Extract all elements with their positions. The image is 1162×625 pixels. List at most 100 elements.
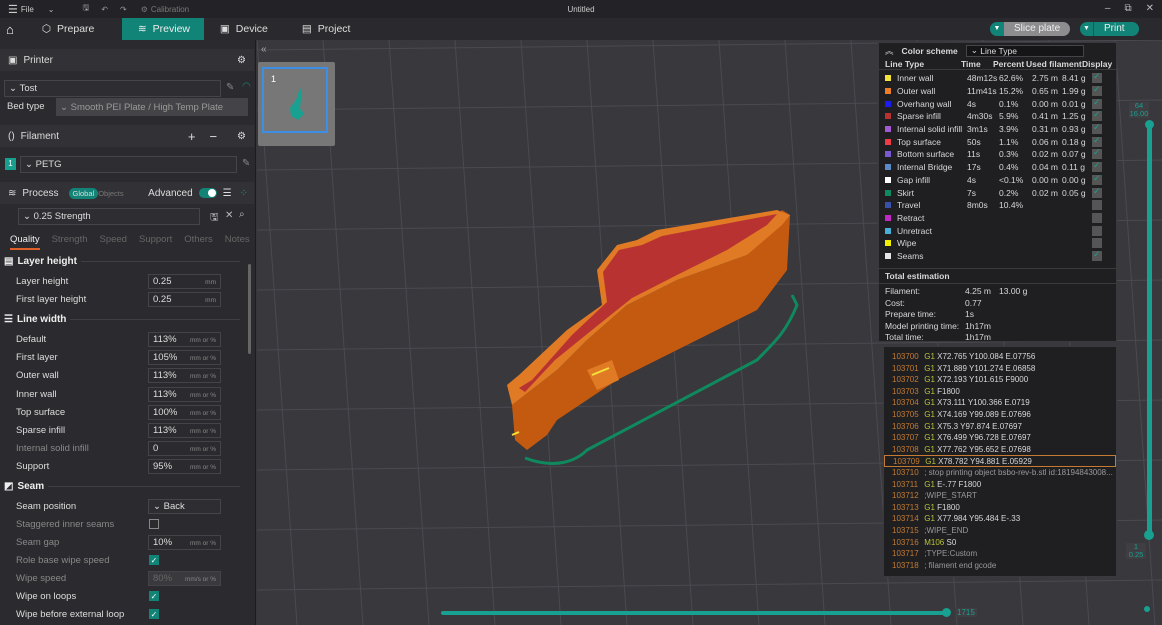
setting-input[interactable]: 95% mm or %	[148, 459, 221, 475]
gcode-line[interactable]: 103705 G1 X74.169 Y99.089 E.07696	[884, 409, 1116, 421]
subtab-notes[interactable]: Notes	[225, 234, 250, 250]
add-icon[interactable]: +	[188, 129, 196, 144]
subtab-speed[interactable]: Speed	[100, 234, 127, 250]
display-checkbox[interactable]	[1092, 135, 1102, 147]
setting-input[interactable]: 0.25 mm	[148, 274, 221, 289]
gear-icon[interactable]: ⚙	[237, 55, 246, 66]
undo-icon[interactable]: ↶	[101, 5, 108, 14]
gcode-line[interactable]: 103702 G1 X72.193 Y101.615 F9000	[884, 374, 1116, 386]
gcode-line[interactable]: 103718 ; filament end gcode	[884, 560, 1116, 572]
compare-icon[interactable]: ⁘	[240, 188, 248, 199]
subtab-others[interactable]: Others	[184, 234, 213, 250]
move-handle[interactable]	[942, 608, 951, 617]
gcode-line[interactable]: 103707 G1 X76.499 Y96.728 E.07697	[884, 432, 1116, 444]
chevron-down-icon[interactable]: ⌄	[48, 5, 55, 14]
slider-reset-dot[interactable]	[1144, 606, 1150, 612]
display-checkbox[interactable]	[1092, 160, 1102, 173]
gcode-line[interactable]: 103716 M106 S0	[884, 537, 1116, 549]
display-checkbox[interactable]	[1092, 225, 1102, 236]
filament-preset-select[interactable]: ⌄ PETG	[20, 156, 237, 173]
slice-plate-button[interactable]: ▼ Slice plate	[990, 22, 1071, 36]
tab-preview[interactable]: ≋ Preview	[121, 18, 204, 40]
gcode-line[interactable]: 103710 ; stop printing object bsbo-rev-b…	[884, 467, 1116, 479]
gcode-line[interactable]: 103709 G1 X78.782 Y94.881 E.05929	[884, 455, 1116, 467]
bed-type-select[interactable]: ⌄ Smooth PEI Plate / High Temp Plate	[56, 98, 248, 116]
setting-input[interactable]: 0 mm or %	[148, 441, 221, 457]
display-checkbox[interactable]	[1092, 186, 1102, 198]
plate-thumbnail[interactable]: 1	[258, 62, 335, 146]
move-slider[interactable]: 1715	[441, 608, 977, 618]
redo-icon[interactable]: ↷	[120, 5, 127, 14]
color-scheme-select[interactable]: ⌄ Line Type	[965, 44, 1084, 57]
restore-icon[interactable]: ⧉	[1124, 3, 1131, 14]
global-toggle[interactable]: Global	[68, 187, 99, 199]
wipe-ext-checkbox[interactable]: ✓	[149, 609, 159, 619]
gcode-line[interactable]: 103717 ;TYPE:Custom	[884, 548, 1116, 560]
gcode-line[interactable]: 103713 G1 F1800	[884, 502, 1116, 514]
display-checkbox[interactable]	[1092, 147, 1102, 160]
wipe-loops-checkbox[interactable]: ✓	[149, 591, 159, 601]
close-icon[interactable]: ✕	[1146, 3, 1154, 14]
gcode-line[interactable]: 103714 G1 X77.984 Y95.484 E-.33	[884, 513, 1116, 525]
tab-project[interactable]: ▤ Project	[286, 18, 367, 40]
display-checkbox[interactable]	[1092, 122, 1102, 135]
chevron-down-icon[interactable]: ▼	[990, 22, 1004, 36]
3d-viewport[interactable]: « 1 ︽ Color scheme ⌄ Line Type Line Type…	[257, 40, 1162, 625]
search-icon[interactable]: ⌕	[239, 209, 245, 220]
gcode-line[interactable]: 103712 ;WIPE_START	[884, 490, 1116, 502]
gcode-line[interactable]: 103708 G1 X77.762 Y95.652 E.07698	[884, 444, 1116, 456]
close-icon[interactable]: ✕	[225, 210, 233, 221]
gcode-viewer[interactable]: 103700 G1 X72.765 Y100.084 E.07756 103701…	[883, 346, 1117, 577]
calibration-button[interactable]: ⚙ Calibration	[141, 5, 189, 14]
tab-device[interactable]: ▣ Device	[204, 18, 286, 40]
gcode-line[interactable]: 103704 G1 X73.111 Y100.366 E.0719	[884, 397, 1116, 409]
minimize-icon[interactable]: –	[1105, 3, 1111, 14]
list-icon[interactable]: ☰	[223, 188, 232, 199]
seam-gap-input[interactable]: 10% mm or %	[148, 535, 221, 550]
edit-icon[interactable]: ✎	[226, 82, 234, 93]
display-checkbox[interactable]	[1092, 109, 1102, 122]
setting-input[interactable]: 113% mm or %	[148, 423, 221, 438]
collapse-up-icon[interactable]: ︽	[885, 45, 894, 57]
wipe-speed-input[interactable]: 80% mm/s or %	[148, 571, 221, 586]
collapse-icon[interactable]: «	[261, 44, 267, 55]
setting-input[interactable]: 0.25 mm	[148, 292, 221, 308]
chevron-down-icon[interactable]: ▼	[1080, 22, 1094, 36]
setting-input[interactable]: 113% mm or %	[148, 332, 221, 347]
layer-top-handle[interactable]	[1145, 120, 1154, 129]
sidebar-scrollbar[interactable]	[248, 264, 251, 354]
display-checkbox[interactable]	[1092, 238, 1102, 249]
gcode-line[interactable]: 103706 G1 X75.3 Y97.874 E.07697	[884, 421, 1116, 433]
display-checkbox[interactable]	[1092, 71, 1102, 84]
gear-icon[interactable]: ⚙	[237, 131, 246, 142]
advanced-switch[interactable]	[198, 188, 217, 198]
gcode-line[interactable]: 103715 ;WIPE_END	[884, 525, 1116, 537]
display-checkbox[interactable]	[1092, 97, 1102, 109]
display-checkbox[interactable]	[1092, 200, 1102, 211]
subtab-quality[interactable]: Quality	[10, 234, 40, 250]
home-button[interactable]: ⌂	[0, 18, 26, 40]
setting-input[interactable]: 113% mm or %	[148, 386, 221, 402]
setting-input[interactable]: 113% mm or %	[148, 368, 221, 384]
tab-prepare[interactable]: ⬡ Prepare	[26, 18, 122, 40]
display-checkbox[interactable]	[1092, 249, 1102, 261]
gcode-line[interactable]: 103711 G1 E-.77 F1800	[884, 479, 1116, 491]
seam-position-select[interactable]: ⌄ Back	[148, 499, 221, 514]
gcode-line[interactable]: 103700 G1 X72.765 Y100.084 E.07756	[884, 351, 1116, 363]
print-button[interactable]: ▼ Print	[1080, 22, 1139, 36]
subtab-strength[interactable]: Strength	[52, 234, 88, 250]
setting-input[interactable]: 100% mm or %	[148, 404, 221, 420]
display-checkbox[interactable]	[1092, 84, 1102, 97]
process-preset-select[interactable]: ⌄ 0.25 Strength	[18, 208, 200, 225]
layer-slider[interactable]: 64 16.00 1 0.25	[1126, 40, 1157, 625]
edit-icon[interactable]: ✎	[242, 158, 250, 169]
display-checkbox[interactable]	[1092, 173, 1102, 185]
layer-bottom-handle[interactable]	[1144, 530, 1154, 540]
display-checkbox[interactable]	[1092, 212, 1102, 223]
save-icon[interactable]: 🖫	[210, 210, 219, 227]
gcode-line[interactable]: 103703 G1 F1800	[884, 386, 1116, 398]
file-menu[interactable]: ☰ File	[8, 3, 34, 16]
gcode-line[interactable]: 103701 G1 X71.889 Y101.274 E.06858	[884, 363, 1116, 375]
save-icon[interactable]: 🖫	[82, 2, 89, 16]
role-wipe-checkbox[interactable]: ✓	[149, 555, 159, 565]
